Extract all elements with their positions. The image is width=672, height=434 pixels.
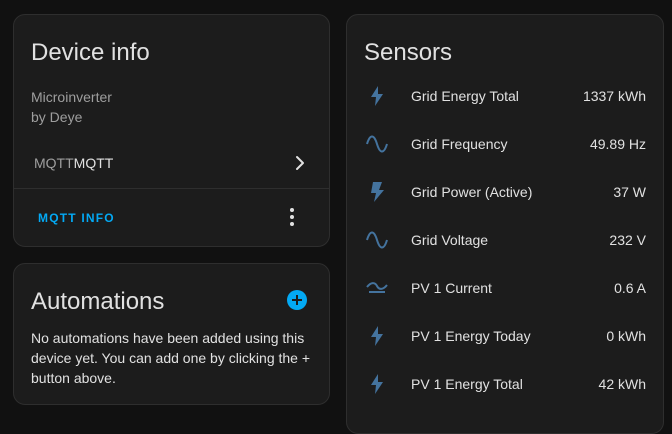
sensor-row[interactable]: Grid Energy Total 1337 kWh xyxy=(347,72,663,120)
current-dc-icon xyxy=(366,282,388,293)
device-manufacturer: by Deye xyxy=(31,109,83,125)
chevron-right-icon xyxy=(296,156,304,170)
sensor-name: PV 1 Energy Today xyxy=(411,328,531,344)
lightning-bolt-outline-icon xyxy=(371,326,383,346)
sensor-row[interactable]: Grid Voltage 232 V xyxy=(347,216,663,264)
sensor-value: 0.6 A xyxy=(614,280,646,296)
sensor-value: 37 W xyxy=(613,184,646,200)
device-model-info: Microinverter by Deye xyxy=(31,87,112,127)
sensor-row[interactable]: Grid Frequency 49.89 Hz xyxy=(347,120,663,168)
sine-wave-icon xyxy=(366,135,388,153)
add-automation-button[interactable] xyxy=(287,290,307,310)
automations-description: No automations have been added using thi… xyxy=(31,330,311,386)
integration-name: MQTT xyxy=(73,155,114,171)
flash-icon xyxy=(371,182,384,202)
sensor-name: Grid Power (Active) xyxy=(411,184,533,200)
sensor-value: 232 V xyxy=(609,232,646,248)
sensor-row[interactable]: PV 1 Current 0.6 A xyxy=(347,264,663,312)
mqtt-info-button[interactable]: MQTT INFO xyxy=(38,211,115,225)
overflow-menu-icon[interactable] xyxy=(289,208,295,226)
device-info-title: Device info xyxy=(31,39,150,66)
sine-wave-icon xyxy=(366,231,388,249)
integration-prefix: MQTT xyxy=(34,155,74,171)
sensor-row[interactable]: PV 1 Energy Total 42 kWh xyxy=(347,360,663,408)
device-info-card: Device info Microinverter by Deye MQTT M… xyxy=(13,14,330,247)
sensors-card: Sensors Grid Energy Total 1337 kWh Grid … xyxy=(346,14,664,434)
automations-title: Automations xyxy=(31,288,165,315)
sensor-row[interactable]: PV 1 Energy Today 0 kWh xyxy=(347,312,663,360)
sensor-name: PV 1 Energy Total xyxy=(411,376,523,392)
sensor-value: 49.89 Hz xyxy=(589,136,646,152)
automations-card: Automations No automations have been add… xyxy=(13,263,330,405)
integration-row[interactable]: MQTT MQTT xyxy=(14,138,329,189)
sensor-row[interactable]: Grid Power (Active) 37 W xyxy=(347,168,663,216)
sensor-value: 42 kWh xyxy=(598,376,646,392)
sensors-title: Sensors xyxy=(364,39,453,66)
sensor-name: Grid Energy Total xyxy=(411,88,519,104)
sensor-value: 0 kWh xyxy=(606,328,646,344)
sensor-value: 1337 kWh xyxy=(582,88,646,104)
device-model: Microinverter xyxy=(31,89,112,105)
sensor-name: Grid Voltage xyxy=(411,232,489,248)
sensor-name: PV 1 Current xyxy=(411,280,492,296)
sensor-name: Grid Frequency xyxy=(411,136,508,152)
lightning-bolt-outline-icon xyxy=(371,374,383,394)
lightning-bolt-outline-icon xyxy=(371,86,383,106)
